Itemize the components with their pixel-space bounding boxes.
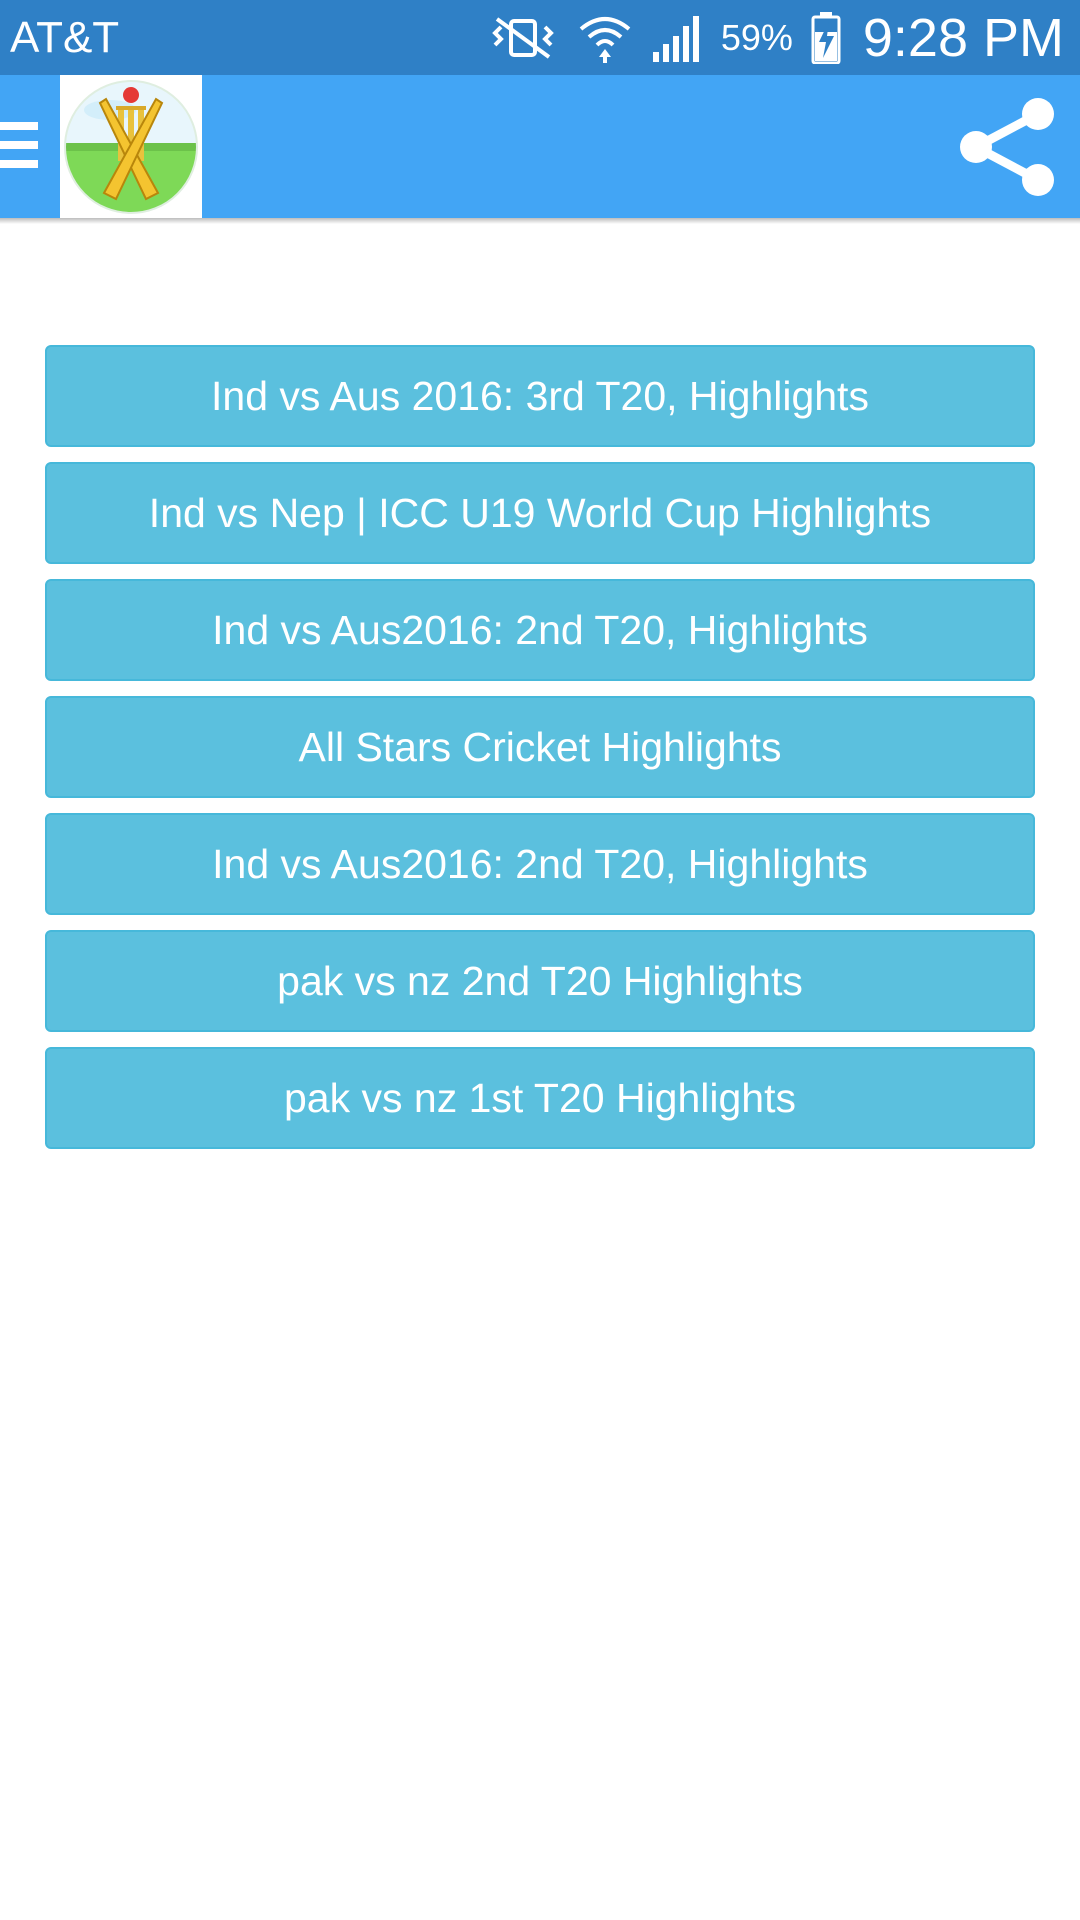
menu-icon[interactable] <box>0 122 40 172</box>
clock: 9:28 PM <box>862 7 1064 68</box>
highlight-button-pak-nz-1st-t20[interactable]: pak vs nz 1st T20 Highlights <box>45 1047 1035 1149</box>
highlight-button-ind-aus-2nd-t20-dup[interactable]: Ind vs Aus2016: 2nd T20, Highlights <box>45 813 1035 915</box>
highlights-list: Ind vs Aus 2016: 3rd T20, Highlights Ind… <box>45 345 1035 1164</box>
app-bar-shadow <box>0 218 1080 224</box>
signal-icon <box>651 14 703 62</box>
wifi-icon <box>577 13 633 63</box>
highlight-button-all-stars[interactable]: All Stars Cricket Highlights <box>45 696 1035 798</box>
vibrate-icon <box>487 15 559 61</box>
carrier-name: AT&T <box>10 13 120 62</box>
highlight-button-ind-nep-u19[interactable]: Ind vs Nep | ICC U19 World Cup Highlight… <box>45 462 1035 564</box>
status-icons: 59% 9:28 PM <box>469 0 1064 75</box>
battery-percent: 59% <box>720 16 793 58</box>
status-bar: AT&T 59% 9:28 PM <box>0 0 1080 75</box>
battery-charging-icon <box>811 11 841 64</box>
highlight-button-ind-aus-2nd-t20[interactable]: Ind vs Aus2016: 2nd T20, Highlights <box>45 579 1035 681</box>
highlight-button-ind-aus-3rd-t20[interactable]: Ind vs Aus 2016: 3rd T20, Highlights <box>45 345 1035 447</box>
share-icon[interactable] <box>954 94 1060 200</box>
app-bar <box>0 75 1080 218</box>
app-logo <box>60 75 202 218</box>
highlight-button-pak-nz-2nd-t20[interactable]: pak vs nz 2nd T20 Highlights <box>45 930 1035 1032</box>
